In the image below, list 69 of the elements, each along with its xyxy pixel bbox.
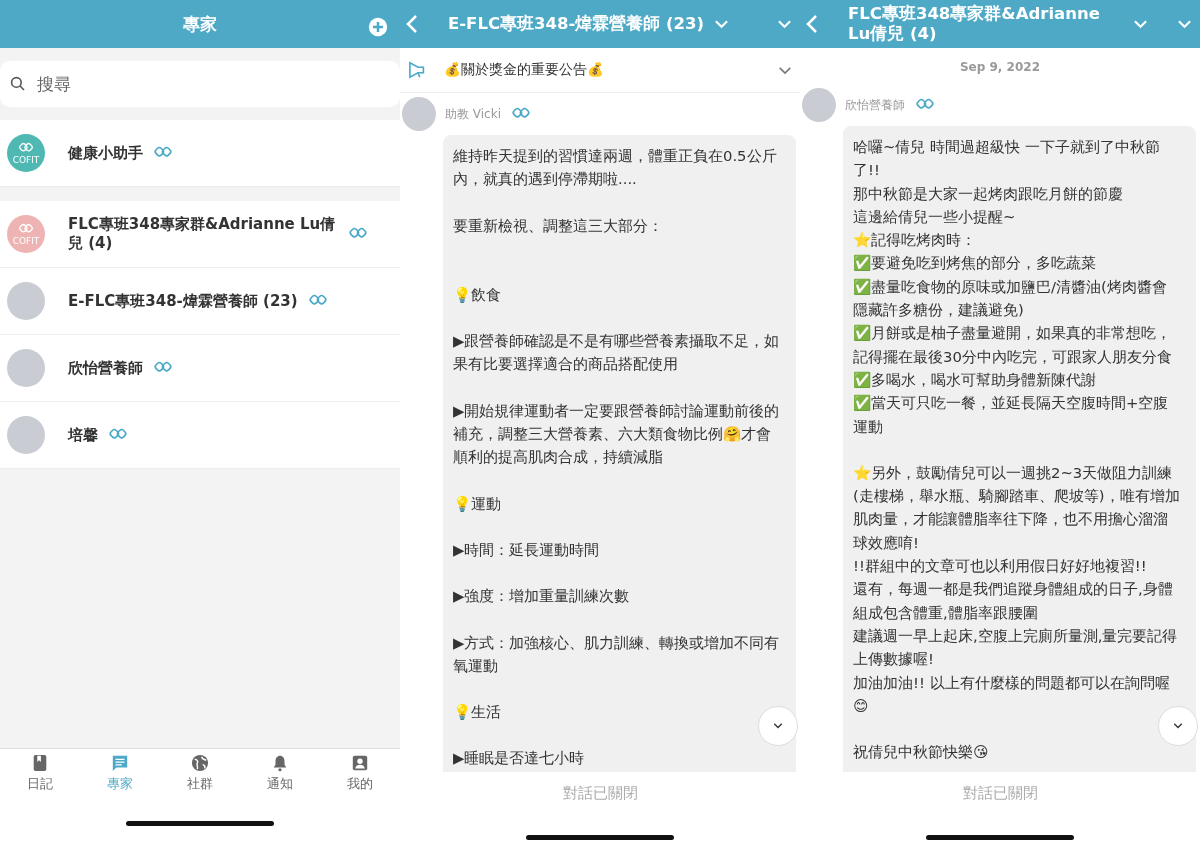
avatar-photo-placeholder: [402, 97, 436, 131]
message-line: ▶開始規律運動者一定要跟營養師討論運動前後的補充，調整三大營養素、六大類食物比例🤗才會順利的提高肌肉合成，持續減脂: [453, 400, 780, 468]
chevron-down-icon[interactable]: [714, 19, 730, 29]
tab-item[interactable]: 我的: [320, 749, 400, 797]
screen-title: 專家: [183, 12, 217, 36]
avatar-photo-placeholder: [7, 416, 45, 454]
message-line: ✅月餅或是柚子盡量避開，如果真的非常想吃，記得擺在最後30分中內吃完，可跟家人朋友分食: [853, 323, 1173, 367]
date-label: Sep 9, 2022: [958, 60, 1041, 74]
message-line: ▶方式：加強核心、肌力訓練、轉換或增加不同有氧運動: [453, 632, 780, 676]
contact-item[interactable]: E-FLC專班348-煒霖營養師 (23): [0, 268, 400, 335]
message-line: 維持昨天提到的習慣達兩週，體重正負在0.5公斤內，就真的遇到停滯期啦....: [453, 146, 778, 190]
conversation-closed-text: 對話已關閉: [562, 784, 638, 803]
message-line: 哈囉~倩兒 時間過超級快 一下子就到了中秋節了!!: [853, 137, 1161, 181]
tab-item[interactable]: 社群: [160, 749, 240, 797]
chevron-down-icon: [1172, 722, 1184, 730]
message-line: ▶強度：增加重量訓練次數: [453, 586, 631, 607]
bell-icon: [271, 753, 289, 772]
message-line: 建議週一早上起床,空腹上完廁所量測,量完要記得上傳數據喔!: [853, 625, 1179, 670]
avatar-photo-placeholder: [7, 282, 45, 320]
message-line: 加油加油!! 以上有什麼樣的問題都可以在詢問喔😊: [853, 672, 1171, 716]
contact-name: 培馨: [68, 425, 98, 445]
chat-icon: [111, 753, 129, 772]
chevron-down-icon: [772, 722, 784, 730]
back-icon[interactable]: [406, 14, 418, 34]
message-line: 還有，每週一都是我們追蹤身體組成的日子,身體組成包含體重,體脂率跟腰圍: [853, 579, 1174, 623]
message-line: ▶睡眠是否達七小時: [453, 748, 586, 769]
message-line: 這邊給倩兒一些小提醒~: [853, 206, 1017, 227]
message-line: ✅盡量吃食物的原味或加鹽巴/清醬油(烤肉醬會隱藏許多糖份，建議避免): [853, 276, 1168, 321]
add-icon[interactable]: [368, 17, 388, 37]
message-line: 💡生活: [453, 702, 502, 723]
message-line: 💡運動: [453, 493, 502, 514]
message-line: 祝倩兒中秋節快樂😘: [853, 742, 990, 763]
logo-avatar: COFIT: [7, 134, 45, 172]
message-line: 那中秋節是大家一起烤肉跟吃月餅的節慶: [853, 183, 1124, 204]
tab-item[interactable]: 通知: [240, 749, 320, 797]
sender-name: 助教 Vicki: [445, 105, 501, 123]
announcement-text: 💰關於獎金的重要公告💰: [444, 61, 605, 79]
avatar-photo-placeholder: [7, 349, 45, 387]
message-line: ✅要避免吃到烤焦的部分，多吃蔬菜: [853, 253, 1097, 274]
contact-name: 健康小助手: [68, 143, 143, 163]
logo-avatar: COFIT: [7, 215, 45, 253]
message-line: 要重新檢視、調整這三大部分：: [453, 215, 664, 236]
contact-item[interactable]: COFIT 健康小助手: [0, 120, 400, 187]
contact-name: E-FLC專班348-煒霖營養師 (23): [68, 291, 298, 311]
message-line: ▶跟營養師確認是不是有哪些營養素攝取不足，如果有比要選擇適合的商品搭配使用: [453, 331, 780, 375]
sender-name: 欣怡營養師: [845, 96, 905, 114]
chevron-down-icon[interactable]: [778, 65, 792, 75]
contact-item[interactable]: COFIT FLC專班348專家群&Adrianne Lu倩兒 (4): [0, 201, 400, 268]
conversation-closed-text: 對話已關閉: [962, 784, 1038, 803]
contact-name: 欣怡營養師: [68, 358, 143, 378]
message-line: !!群組中的文章可也以利用假日好好地複習!!: [853, 556, 1148, 577]
message-line: ✅當天可只吃一餐，並延長隔天空腹時間+空腹運動: [853, 393, 1170, 437]
announcement-bar[interactable]: 💰關於獎金的重要公告💰: [400, 48, 800, 93]
message-line: ▶時間：延長運動時間: [453, 539, 601, 560]
globe-icon: [191, 753, 209, 772]
message-line: ⭐另外，鼓勵倩兒可以一週挑2~3天做阻力訓練(走樓梯，舉水瓶、騎腳踏車、爬坡等)，唯有增加肌肉量，才能讓體脂率往下降，也不用擔心溜溜球效應唷!: [853, 462, 1180, 553]
contact-item[interactable]: 欣怡營養師: [0, 335, 400, 402]
message-line: ✅多喝水，喝水可幫助身體新陳代謝: [853, 369, 1097, 390]
message-line: 💡飲食: [453, 284, 502, 305]
tab-item[interactable]: 日記: [0, 749, 80, 797]
book-icon: [31, 753, 49, 772]
search-field[interactable]: 搜尋: [0, 61, 400, 107]
search-icon: [10, 76, 26, 92]
back-icon[interactable]: [806, 14, 818, 34]
contact-name: FLC專班348專家群&Adrianne Lu倩兒 (4): [68, 215, 337, 253]
person-icon: [351, 753, 369, 772]
message-line: ⭐記得吃烤肉時：: [853, 230, 977, 251]
avatar-photo-placeholder: [802, 88, 836, 122]
contact-item[interactable]: 培馨: [0, 402, 400, 469]
